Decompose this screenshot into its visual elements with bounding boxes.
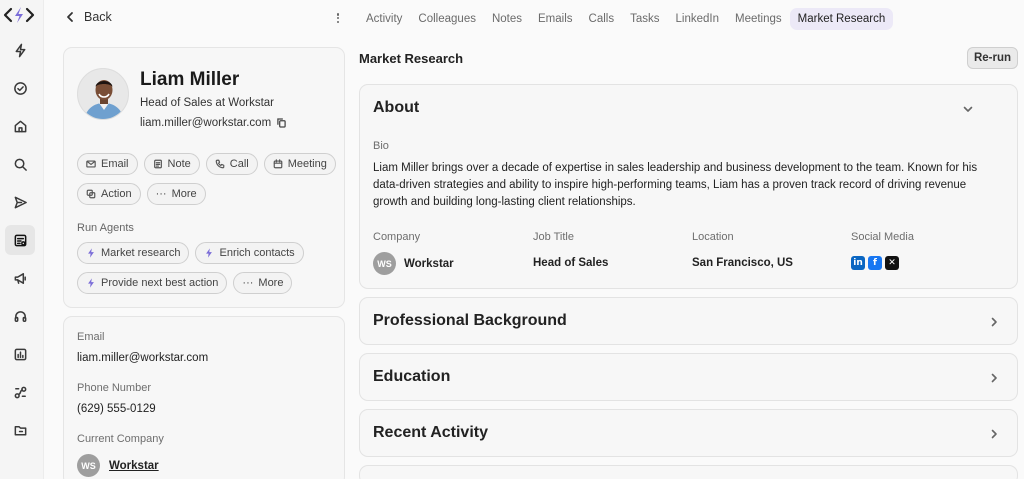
about-company-name: Workstar [404, 257, 454, 270]
bolt-icon[interactable] [5, 35, 35, 65]
tab-market-research[interactable]: Market Research [789, 8, 894, 30]
more-agents-button[interactable]: ··· More [233, 272, 293, 294]
agent-next-best-action-button[interactable]: Provide next best action [77, 272, 228, 294]
note-button[interactable]: Note [143, 153, 200, 175]
phone-label: Phone Number [77, 382, 151, 394]
bolt-icon [206, 248, 213, 258]
job-title-value: Head of Sales [533, 257, 609, 269]
headset-icon[interactable] [5, 301, 35, 331]
tab-colleagues[interactable]: Colleagues [410, 8, 484, 30]
social-links: in f ✕ [851, 256, 899, 270]
integrations-icon[interactable] [5, 377, 35, 407]
chevron-down-icon[interactable] [962, 103, 974, 115]
chevron-right-icon [991, 373, 997, 383]
agent-enrich-contacts-button[interactable]: Enrich contacts [195, 242, 304, 264]
check-circle-icon[interactable] [5, 73, 35, 103]
email-label: Email [77, 331, 105, 343]
calendar-icon [273, 159, 283, 169]
about-company[interactable]: WS Workstar [373, 252, 454, 275]
action-button[interactable]: Action [77, 183, 141, 205]
megaphone-icon[interactable] [5, 263, 35, 293]
facebook-icon[interactable]: f [868, 256, 882, 270]
analytics-icon[interactable] [5, 339, 35, 369]
location-label: Location [692, 231, 734, 243]
linkedin-icon[interactable]: in [851, 256, 865, 270]
agent-chips-row-2: Provide next best action ··· More [77, 272, 293, 294]
action-chips-row-2: Action ··· More [77, 183, 206, 205]
tab-notes[interactable]: Notes [484, 8, 530, 30]
section-heading: Professional Background [373, 312, 567, 329]
tab-bar: Activity Colleagues Notes Emails Calls T… [358, 8, 894, 30]
company-col-label: Company [373, 231, 421, 243]
email-value[interactable]: liam.miller@workstar.com [77, 352, 208, 364]
folder-icon[interactable] [5, 415, 35, 445]
bolt-icon [88, 278, 94, 288]
phone-icon [215, 159, 225, 169]
home-icon[interactable] [5, 111, 35, 141]
chevron-right-icon [991, 317, 997, 327]
job-title-label: Job Title [533, 231, 574, 243]
back-button[interactable]: Back [64, 10, 112, 24]
tab-meetings[interactable]: Meetings [727, 8, 790, 30]
tab-activity[interactable]: Activity [358, 8, 410, 30]
action-chips-row-1: Email Note Call Meeting [77, 153, 336, 175]
phone-value[interactable]: (629) 555-0129 [77, 403, 156, 415]
company-label: Current Company [77, 433, 164, 445]
sidebar-rail [0, 0, 44, 479]
chevron-left-icon [67, 12, 73, 22]
contact-details-card: Email liam.miller@workstar.com Phone Num… [63, 316, 345, 479]
search-icon[interactable] [5, 149, 35, 179]
tab-emails[interactable]: Emails [530, 8, 581, 30]
section-education[interactable]: Education [359, 353, 1018, 401]
more-options-icon[interactable] [333, 11, 343, 25]
section-next-partial[interactable] [359, 465, 1018, 479]
avatar [77, 68, 129, 120]
back-label: Back [84, 10, 112, 24]
section-recent-activity[interactable]: Recent Activity [359, 409, 1018, 457]
ellipsis-icon: ··· [242, 277, 254, 289]
tab-linkedin[interactable]: LinkedIn [668, 8, 727, 30]
call-button[interactable]: Call [205, 153, 258, 175]
run-agents-label: Run Agents [77, 222, 134, 234]
profile-card: Liam Miller Head of Sales at Workstar li… [63, 47, 345, 308]
company-logo: WS [77, 454, 100, 477]
section-heading: Recent Activity [373, 424, 488, 441]
meeting-button[interactable]: Meeting [263, 153, 336, 175]
agent-market-research-button[interactable]: Market research [77, 242, 190, 264]
company-logo: WS [373, 252, 396, 275]
contact-email-row: liam.miller@workstar.com [140, 117, 286, 129]
about-heading[interactable]: About [373, 99, 419, 117]
company-name: Workstar [109, 459, 159, 472]
rerun-button[interactable]: Re-run [967, 47, 1018, 69]
current-company-link[interactable]: WS Workstar [77, 454, 159, 477]
agent-chips-row-1: Market research Enrich contacts [77, 242, 304, 264]
contact-title: Head of Sales at Workstar [140, 97, 275, 109]
more-actions-button[interactable]: ··· More [146, 183, 206, 205]
mail-icon [86, 160, 96, 168]
contacts-icon[interactable] [5, 225, 35, 255]
bio-text: Liam Miller brings over a decade of expe… [373, 162, 978, 208]
page-title: Market Research [359, 51, 464, 66]
app-logo-icon[interactable] [2, 5, 36, 25]
bio-label: Bio [373, 140, 389, 152]
action-icon [86, 189, 96, 199]
bolt-icon [88, 248, 94, 258]
tab-tasks[interactable]: Tasks [622, 8, 667, 30]
copy-icon[interactable] [277, 118, 286, 128]
social-media-label: Social Media [851, 231, 914, 243]
x-icon[interactable]: ✕ [885, 256, 899, 270]
about-panel: About Bio Liam Miller brings over a deca… [359, 84, 1018, 289]
contact-email: liam.miller@workstar.com [140, 117, 272, 129]
email-button[interactable]: Email [77, 153, 138, 175]
location-value: San Francisco, US [692, 257, 793, 269]
chevron-right-icon [991, 429, 997, 439]
section-heading: Education [373, 368, 451, 385]
ellipsis-icon: ··· [155, 188, 167, 200]
section-professional-background[interactable]: Professional Background [359, 297, 1018, 345]
tab-calls[interactable]: Calls [581, 8, 623, 30]
send-icon[interactable] [5, 187, 35, 217]
contact-name: Liam Miller [140, 69, 240, 90]
note-icon [153, 159, 162, 169]
